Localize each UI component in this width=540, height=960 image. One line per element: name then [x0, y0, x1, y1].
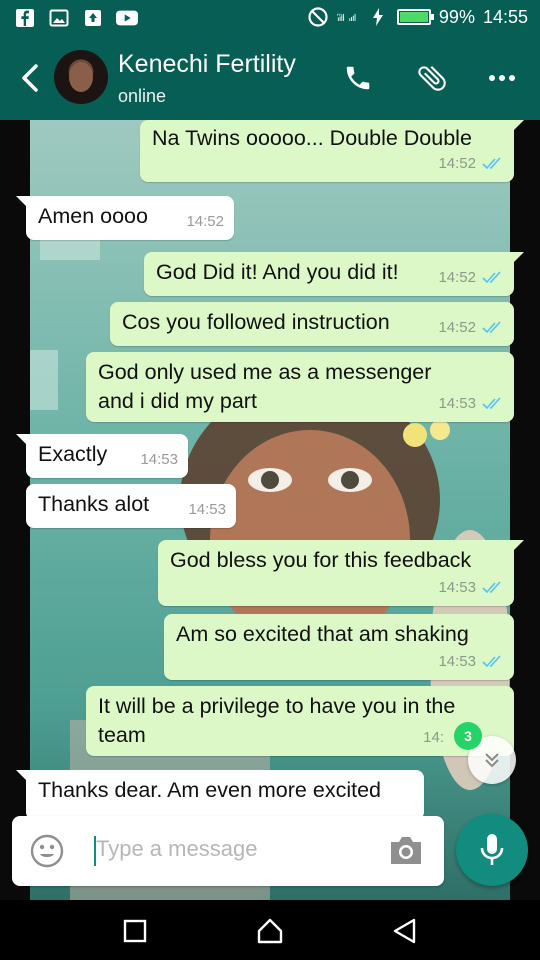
clock: 14:55	[482, 6, 528, 27]
message-incoming[interactable]: Exactly 14:53	[16, 434, 188, 478]
emoji-icon[interactable]	[30, 834, 64, 868]
phone-icon[interactable]	[338, 58, 378, 98]
message-meta: 14:52	[186, 207, 224, 236]
message-time: 14:52	[438, 269, 476, 286]
message-time: 14:52	[438, 155, 476, 172]
message-outgoing[interactable]: Na Twins ooooo... Double Double 14:52	[140, 120, 524, 182]
facebook-icon	[14, 7, 36, 29]
message-time: 14:	[423, 729, 444, 746]
message-text: God bless you for this feedback	[170, 548, 472, 572]
attach-icon[interactable]	[412, 58, 452, 98]
double-chevron-down-icon	[485, 753, 499, 768]
do-not-disturb-icon	[307, 6, 329, 28]
voice-message-button[interactable]	[456, 814, 528, 886]
signal-icon: H+	[337, 6, 359, 28]
message-meta: 14:53	[438, 647, 504, 676]
message-time: 14:53	[438, 395, 476, 412]
message-incoming[interactable]: Amen oooo 14:52	[16, 196, 234, 240]
chat-header: Kenechi Fertility online	[0, 36, 540, 120]
message-text: Thanks dear. Am even more excited	[38, 778, 381, 802]
message-time: 14:53	[188, 501, 226, 518]
message-time: 14:53	[438, 653, 476, 670]
message-text: Am so excited that am shaking	[176, 622, 469, 646]
system-nav-bar	[0, 900, 540, 960]
message-time: 14:52	[186, 213, 224, 230]
back-arrow-icon[interactable]	[16, 60, 46, 96]
microphone-icon	[480, 834, 504, 865]
message-outgoing[interactable]: Am so excited that am shaking 14:53	[164, 614, 514, 680]
message-outgoing[interactable]: God Did it! And you did it! 14:52	[144, 252, 524, 296]
read-receipt-icon	[482, 320, 501, 333]
youtube-icon	[116, 7, 138, 29]
camera-icon[interactable]	[388, 834, 426, 868]
read-receipt-icon	[482, 654, 501, 667]
read-receipt-icon	[482, 396, 501, 409]
message-meta: 14:53	[188, 495, 226, 524]
recent-apps-icon[interactable]	[120, 916, 150, 946]
read-receipt-icon	[482, 270, 501, 283]
message-time: 14:52	[438, 319, 476, 336]
message-outgoing[interactable]: It will be a privilege to have you in th…	[86, 686, 514, 756]
status-bar: H+ 99% 14:55	[0, 0, 540, 36]
upload-icon	[82, 7, 104, 29]
message-text-line-1: God only used me as a messenger	[98, 360, 432, 384]
charging-icon	[367, 6, 389, 28]
message-input-bar: Type a message	[12, 816, 444, 886]
message-incoming[interactable]: Thanks alot 14:53	[26, 484, 236, 528]
message-meta: 14:52	[438, 313, 504, 342]
avatar[interactable]	[54, 50, 108, 104]
message-time: 14:53	[140, 451, 178, 468]
message-time: 14:53	[438, 579, 476, 596]
message-meta: 14:53	[140, 445, 178, 474]
message-meta: 14:52	[438, 149, 504, 178]
gallery-icon	[48, 7, 70, 29]
contact-name[interactable]: Kenechi Fertility	[118, 50, 296, 79]
read-receipt-icon	[482, 156, 501, 169]
message-meta: 14:	[423, 723, 444, 752]
chat-area[interactable]: Na Twins ooooo... Double Double 14:52 Am…	[0, 120, 540, 900]
home-icon[interactable]	[255, 916, 285, 946]
message-incoming[interactable]: Thanks dear. Am even more excited	[16, 770, 424, 820]
message-input[interactable]: Type a message	[96, 836, 257, 862]
more-icon[interactable]	[482, 58, 522, 98]
battery-icon	[396, 9, 434, 25]
contact-status: online	[118, 86, 167, 106]
message-outgoing[interactable]: God only used me as a messenger and i di…	[86, 352, 514, 422]
back-nav-icon[interactable]	[390, 916, 420, 946]
message-outgoing[interactable]: Cos you followed instruction 14:52	[110, 302, 514, 346]
read-receipt-icon	[482, 580, 501, 593]
unread-count-badge[interactable]: 3	[454, 722, 482, 750]
message-meta: 14:52	[438, 263, 504, 292]
message-meta: 14:53	[438, 389, 504, 418]
message-text-line-1: It will be a privilege to have you in th…	[98, 694, 456, 718]
message-meta: 14:53	[438, 573, 504, 602]
message-outgoing[interactable]: God bless you for this feedback 14:53	[158, 540, 524, 606]
battery-percent: 99%	[438, 6, 475, 27]
battery-level	[399, 12, 428, 22]
